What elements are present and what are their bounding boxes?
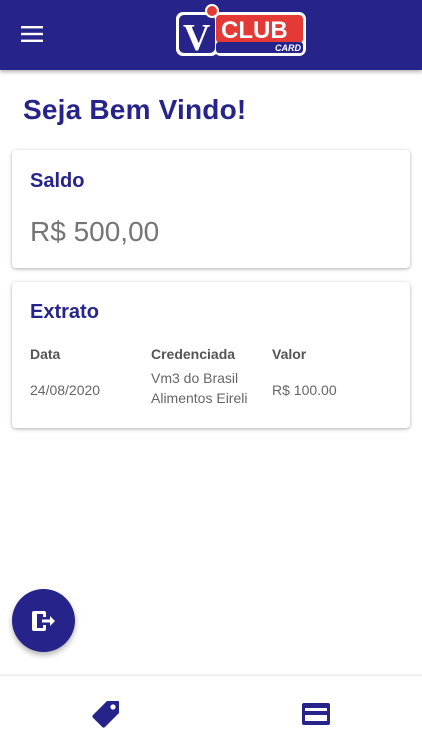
nav-item-offers[interactable] bbox=[86, 696, 126, 732]
row-credenciada: Vm3 do Brasil Alimentos Eireli bbox=[151, 368, 247, 408]
logo-letter: V bbox=[183, 17, 211, 58]
menu-button[interactable] bbox=[14, 20, 50, 48]
column-header-valor: Valor bbox=[272, 346, 307, 362]
saldo-value: R$ 500,00 bbox=[30, 216, 160, 247]
saldo-card: Saldo R$ 500,00 bbox=[12, 150, 410, 268]
logout-button[interactable] bbox=[12, 589, 75, 652]
vclub-logo: V CLUB CARD bbox=[174, 2, 308, 59]
nav-item-card[interactable] bbox=[296, 696, 336, 732]
row-credenciada-line2: Alimentos Eireli bbox=[151, 390, 248, 406]
saldo-title: Saldo bbox=[30, 170, 85, 192]
tag-icon bbox=[92, 701, 119, 728]
row-credenciada-line1: Vm3 do Brasil bbox=[151, 370, 239, 386]
extrato-title: Extrato bbox=[30, 301, 99, 323]
bottom-navigation bbox=[0, 675, 422, 750]
welcome-title: Seja Bem Vindo! bbox=[23, 94, 247, 125]
menu-icon bbox=[21, 26, 43, 42]
app-bar: V CLUB CARD bbox=[0, 0, 422, 70]
logout-icon bbox=[31, 610, 55, 631]
extrato-card: Extrato Data Credenciada Valor 24/08/202… bbox=[12, 282, 410, 428]
logo-club: CLUB bbox=[221, 17, 288, 44]
column-header-credenciada: Credenciada bbox=[151, 346, 236, 362]
row-data: 24/08/2020 bbox=[30, 382, 101, 398]
column-header-data: Data bbox=[30, 346, 61, 362]
logo-card: CARD bbox=[275, 43, 301, 53]
credit-card-icon bbox=[302, 703, 330, 725]
row-valor: R$ 100.00 bbox=[272, 382, 337, 398]
